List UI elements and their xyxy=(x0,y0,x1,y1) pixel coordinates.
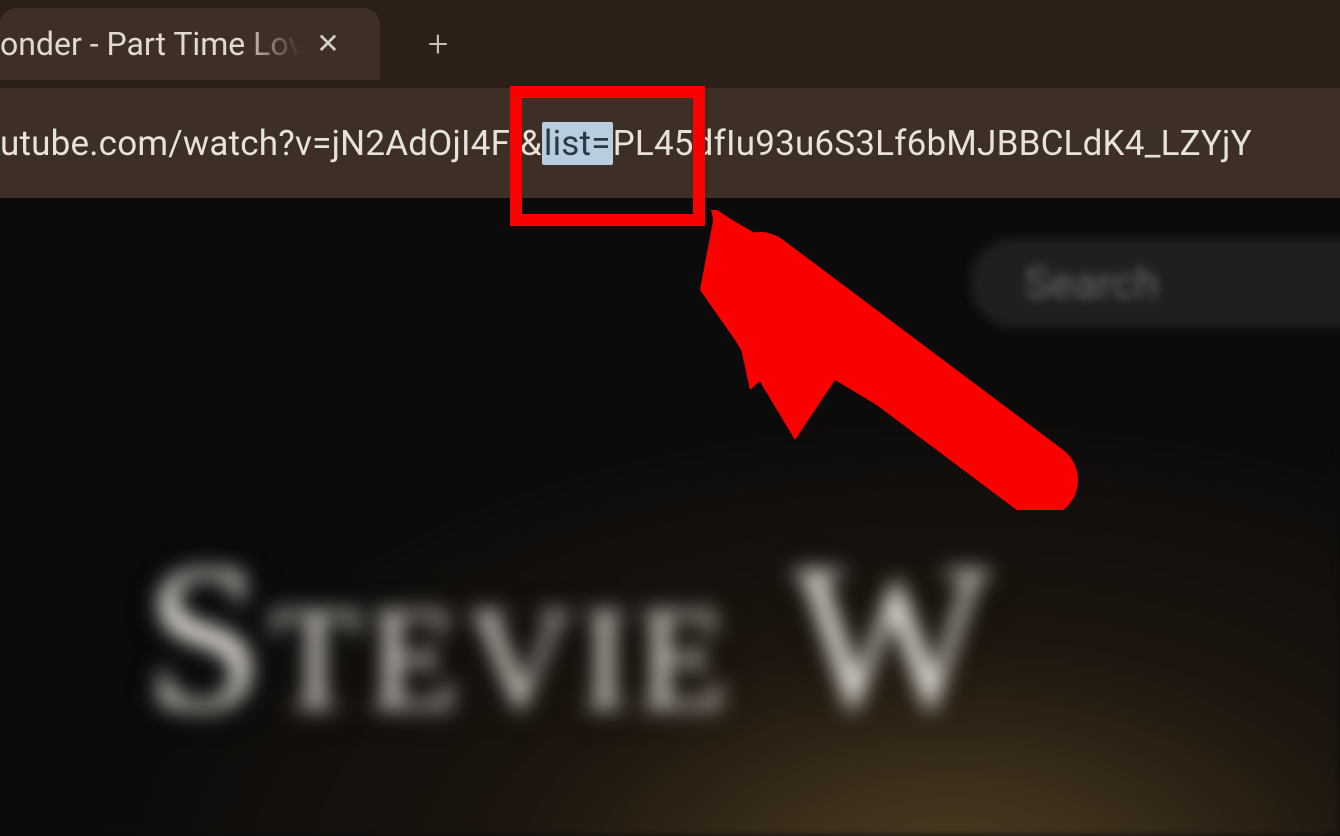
new-tab-button[interactable]: + xyxy=(414,20,462,68)
search-placeholder: Search xyxy=(1024,257,1159,309)
url-selected-text: list= xyxy=(542,122,613,165)
search-input[interactable]: Search xyxy=(970,238,1340,328)
address-bar[interactable]: utube.com/watch?v=jN2AdOjI4FI&list=PL45d… xyxy=(0,122,1340,165)
browser-tab[interactable]: onder - Part Time Lov ✕ xyxy=(0,8,380,80)
url-post-text: PL45dfIu93u6S3Lf6bMJBBCLdK4_LZYjY xyxy=(613,123,1252,164)
close-icon[interactable]: ✕ xyxy=(314,30,342,58)
video-title-overlay: Stevie W xyxy=(146,518,1340,759)
url-pre-text: utube.com/watch?v=jN2AdOjI4FI& xyxy=(0,123,542,164)
tab-strip: onder - Part Time Lov ✕ + xyxy=(0,0,1340,88)
video-player-area[interactable]: Stevie W xyxy=(46,378,1340,836)
page-content: Search Stevie W xyxy=(0,198,1340,836)
tab-title: onder - Part Time Lov xyxy=(0,25,300,63)
address-bar-row: utube.com/watch?v=jN2AdOjI4FI&list=PL45d… xyxy=(0,88,1340,198)
